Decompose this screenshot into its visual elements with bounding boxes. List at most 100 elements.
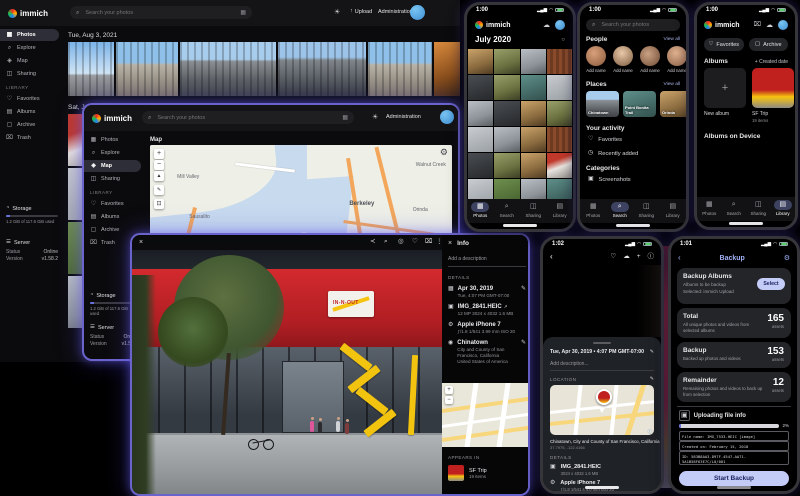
archive-pill-button[interactable]: ▢ Archive xyxy=(748,38,788,51)
close-viewer-icon[interactable]: × xyxy=(139,239,143,246)
person-face[interactable]: Add name xyxy=(613,46,633,73)
photo-thumbnail[interactable] xyxy=(468,127,494,152)
sidebar-item-trash[interactable]: ⌧ Trash xyxy=(0,132,59,144)
photo-thumbnail[interactable] xyxy=(546,75,572,100)
fullscreen-button[interactable]: ⊡ xyxy=(154,199,164,209)
sidebar-item-explore[interactable]: ⌕ Explore xyxy=(84,147,141,159)
map-settings-gear-icon[interactable]: ⚙ xyxy=(440,148,448,157)
open-external-icon[interactable]: ↗ xyxy=(504,304,508,310)
photo-thumbnail[interactable] xyxy=(468,75,494,100)
nav-search[interactable]: ⌕ Search xyxy=(495,202,519,218)
sidebar-item-map[interactable]: ◈ Map xyxy=(0,55,59,67)
sheet-drag-handle[interactable] xyxy=(593,342,611,344)
photo-thumbnail[interactable] xyxy=(546,153,572,178)
nav-sharing[interactable]: ◫ Sharing xyxy=(746,200,770,216)
slideshow-icon[interactable]: ◎ xyxy=(398,238,404,246)
photo-thumbnail[interactable] xyxy=(180,42,276,96)
photo-thumbnail[interactable] xyxy=(546,127,572,152)
user-avatar[interactable] xyxy=(555,20,565,30)
photo-thumbnail[interactable] xyxy=(434,42,460,96)
nav-library[interactable]: ▤ Library xyxy=(661,202,685,218)
photo-area[interactable] xyxy=(543,265,661,337)
album-link-row[interactable]: SF Trip 19 items xyxy=(448,465,487,481)
photo-thumbnail[interactable] xyxy=(368,42,432,96)
nav-library[interactable]: ▤ Library xyxy=(548,202,572,218)
sidebar-item-archive[interactable]: ▢ Archive xyxy=(0,119,59,131)
context-search-icon[interactable]: ▦ xyxy=(342,115,348,121)
theme-toggle-icon[interactable]: ☀ xyxy=(372,114,378,121)
nav-photos[interactable]: ▦ Photos xyxy=(697,200,721,216)
sidebar-item-favorites[interactable]: ♡ Favorites xyxy=(0,93,59,105)
person-face[interactable]: Add name xyxy=(667,46,686,73)
edit-date-icon[interactable]: ✎ xyxy=(650,349,654,355)
user-avatar[interactable] xyxy=(410,5,425,20)
description-field[interactable]: Add a description xyxy=(448,256,526,267)
nav-search[interactable]: ⌕ Search xyxy=(722,200,746,216)
photo-thumbnail[interactable] xyxy=(520,75,546,100)
add-name-link[interactable]: Add name xyxy=(640,68,660,73)
photo-thumbnail[interactable] xyxy=(468,101,494,126)
place-card[interactable]: Chinatown xyxy=(586,91,619,117)
people-view-all-link[interactable]: View all xyxy=(664,37,680,42)
close-info-icon[interactable]: × xyxy=(448,240,452,247)
album-card-sf-trip[interactable] xyxy=(752,68,794,108)
photo-in-n-out-storefront[interactable]: IN-N-OUT xyxy=(132,235,442,494)
search-input[interactable] xyxy=(155,113,339,122)
photo-thumbnail[interactable] xyxy=(520,153,546,178)
recently-added-row[interactable]: ◷ Recently added xyxy=(588,150,638,157)
nav-photos[interactable]: ▦ Photos xyxy=(468,202,492,218)
sidebar-item-sharing[interactable]: ◫ Sharing xyxy=(84,173,141,185)
edit-location-icon[interactable]: ✎ xyxy=(650,377,654,382)
sidebar-item-albums[interactable]: ▤ Albums xyxy=(0,106,59,118)
screenshots-row[interactable]: ▣ Screenshots xyxy=(588,176,631,183)
add-name-link[interactable]: Add name xyxy=(667,68,686,73)
nav-library[interactable]: ▤ Library xyxy=(771,200,795,216)
nav-photos[interactable]: ▦ Photos xyxy=(581,202,605,218)
new-album-card[interactable]: + xyxy=(704,68,746,108)
start-backup-button[interactable]: Start Backup xyxy=(679,471,789,486)
sidebar-item-map[interactable]: ◈ Map xyxy=(84,160,141,172)
photo-thumbnail[interactable] xyxy=(278,42,366,96)
administration-link[interactable]: Administration xyxy=(378,9,413,15)
zoom-image-icon[interactable]: ⌕ xyxy=(384,238,388,246)
place-card[interactable]: Point Bonita Trail xyxy=(623,91,656,117)
multiselect-icon[interactable]: ○ xyxy=(561,37,565,43)
photo-thumbnail[interactable] xyxy=(520,101,546,126)
nav-search[interactable]: ⌕ Search xyxy=(608,202,632,218)
albums-sort-button[interactable]: + Created date xyxy=(755,59,788,65)
sidebar-item-explore[interactable]: ⌕ Explore xyxy=(0,42,59,54)
add-name-link[interactable]: Add name xyxy=(613,68,633,73)
photo-thumbnail[interactable] xyxy=(494,75,520,100)
user-avatar[interactable] xyxy=(440,110,454,124)
nav-sharing[interactable]: ◫ Sharing xyxy=(521,202,545,218)
compass-button[interactable]: ▲ xyxy=(154,171,164,181)
photo-thumbnail[interactable] xyxy=(116,42,178,96)
upload-cloud-icon[interactable]: ☁ xyxy=(623,253,630,261)
favorite-heart-icon[interactable]: ♡ xyxy=(610,253,616,261)
back-icon[interactable]: ‹ xyxy=(550,253,553,261)
favorites-pill-button[interactable]: ♡ Favorites xyxy=(704,38,744,51)
share-icon[interactable]: ≺ xyxy=(370,238,375,246)
select-button[interactable]: Select xyxy=(757,278,785,290)
sidebar-item-albums[interactable]: ▤ Albums xyxy=(84,211,141,223)
favorites-row[interactable]: ♡ Favorites xyxy=(588,136,622,143)
description-field[interactable]: Add description... xyxy=(550,361,654,371)
context-search-icon[interactable]: ▦ xyxy=(240,10,246,16)
info-icon[interactable]: ⓘ xyxy=(648,253,655,261)
places-view-all-link[interactable]: View all xyxy=(664,82,680,87)
search-input[interactable] xyxy=(83,8,237,17)
gear-icon[interactable]: ⚙ xyxy=(784,255,790,262)
location-map-card[interactable]: ⓘ xyxy=(550,385,654,435)
user-avatar[interactable] xyxy=(778,20,788,30)
photo-thumbnail[interactable] xyxy=(520,127,546,152)
photo-thumbnail[interactable] xyxy=(494,101,520,126)
add-icon[interactable]: + xyxy=(637,253,641,261)
photo-thumbnail[interactable] xyxy=(468,153,494,178)
sidebar-item-photos[interactable]: ▦ Photos xyxy=(84,134,141,146)
mini-map-zoom-in[interactable]: + xyxy=(445,386,453,394)
draw-button[interactable]: ✎ xyxy=(154,185,164,195)
sidebar-item-sharing[interactable]: ◫ Sharing xyxy=(0,68,59,80)
photo-thumbnail[interactable] xyxy=(494,127,520,152)
zoom-out-button[interactable]: − xyxy=(154,160,164,170)
search-bar[interactable]: ⌕ ▦ xyxy=(142,111,354,124)
